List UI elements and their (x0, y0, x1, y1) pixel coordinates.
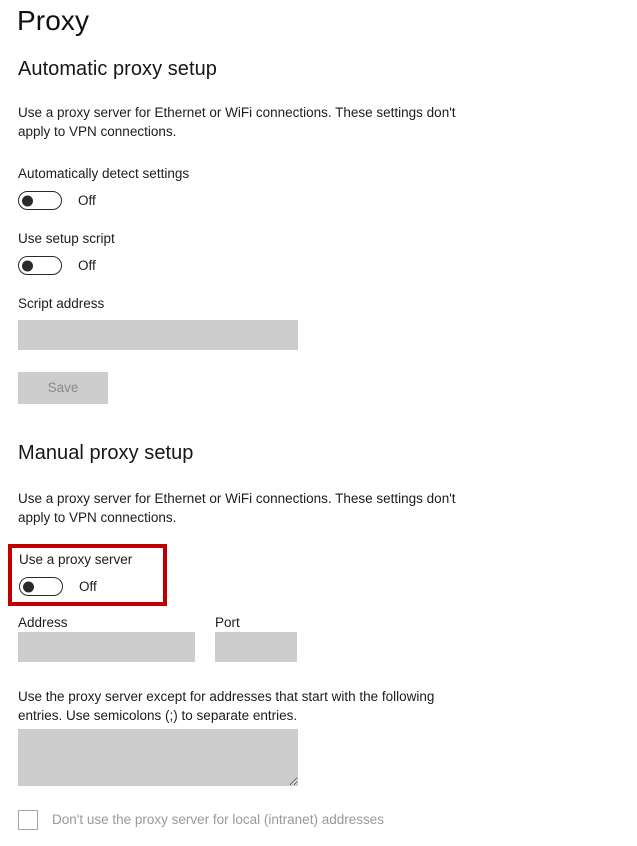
use-setup-script-toggle-row: Off (18, 256, 96, 275)
toggle-knob-icon (22, 195, 33, 206)
automatic-proxy-setup-description: Use a proxy server for Ethernet or WiFi … (18, 105, 456, 139)
proxy-exceptions-input[interactable] (18, 729, 298, 786)
port-label: Port (215, 615, 240, 630)
auto-detect-settings-state: Off (78, 192, 96, 208)
port-input[interactable] (215, 632, 297, 662)
automatic-proxy-setup-heading: Automatic proxy setup (18, 58, 217, 80)
auto-detect-settings-toggle[interactable] (18, 191, 62, 210)
use-setup-script-state: Off (78, 257, 96, 273)
use-setup-script-toggle[interactable] (18, 256, 62, 275)
proxy-settings-page: Proxy Automatic proxy setup Use a proxy … (0, 0, 637, 846)
auto-detect-settings-toggle-row: Off (18, 191, 96, 210)
local-bypass-label: Don't use the proxy server for local (in… (52, 812, 384, 827)
use-a-proxy-server-label: Use a proxy server (19, 552, 133, 567)
save-button[interactable]: Save (18, 372, 108, 404)
toggle-knob-icon (23, 581, 34, 592)
use-a-proxy-server-state: Off (79, 578, 97, 594)
proxy-exceptions-description: Use the proxy server except for addresse… (18, 689, 435, 723)
script-address-input[interactable] (18, 320, 298, 350)
page-title: Proxy (17, 5, 90, 36)
local-bypass-checkbox[interactable] (18, 810, 38, 830)
toggle-knob-icon (22, 260, 33, 271)
manual-proxy-setup-description: Use a proxy server for Ethernet or WiFi … (18, 491, 456, 525)
use-a-proxy-server-toggle-row: Off (19, 577, 97, 596)
address-input[interactable] (18, 632, 195, 662)
address-label: Address (18, 615, 68, 630)
use-setup-script-label: Use setup script (18, 231, 115, 246)
local-bypass-checkbox-row[interactable]: Don't use the proxy server for local (in… (18, 810, 384, 830)
script-address-label: Script address (18, 296, 105, 311)
manual-proxy-setup-heading: Manual proxy setup (18, 442, 194, 464)
auto-detect-settings-label: Automatically detect settings (18, 166, 190, 181)
use-a-proxy-server-toggle[interactable] (19, 577, 63, 596)
